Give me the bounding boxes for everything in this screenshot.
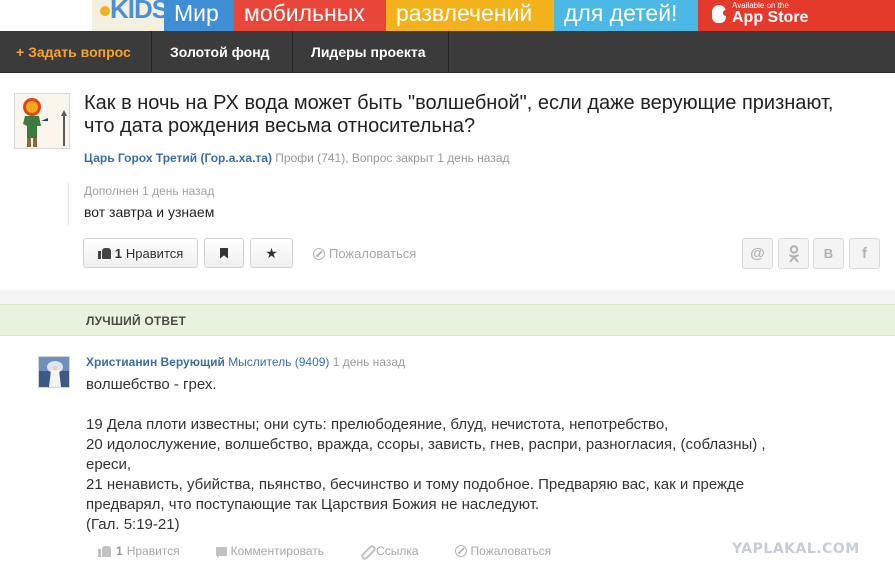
question-author-avatar[interactable] <box>14 93 70 149</box>
apple-icon <box>712 5 728 23</box>
golden-fund-link[interactable]: Золотой фонд <box>152 31 293 73</box>
question-author-link[interactable]: Царь Горох Третий (Гор.а.ха.та) <box>84 151 272 165</box>
mail-icon: @ <box>750 245 765 262</box>
link-icon <box>360 545 372 557</box>
answer-like-label: Нравится <box>126 544 180 558</box>
thumbs-up-icon <box>97 247 111 259</box>
comment-label: Комментировать <box>230 544 325 558</box>
banner-word-4: для детей! <box>554 0 698 31</box>
vk-icon: B <box>823 246 834 261</box>
banner-word-3: развлечений <box>386 0 554 31</box>
watermark: YAPLAKAL.COM <box>732 541 860 557</box>
banner-word-1: Мир <box>164 0 234 31</box>
report-question-link[interactable]: Пожаловаться <box>313 246 416 261</box>
answer-avatar-icon <box>39 357 69 387</box>
star-icon: ★ <box>265 245 278 261</box>
answer-link-label: Ссылка <box>376 544 419 558</box>
bookmark-button[interactable] <box>204 238 244 268</box>
answer-author-rank: Мыслитель (9409) <box>228 355 330 369</box>
addition-text: вот завтра и узнаем <box>84 204 215 220</box>
app-store-big-text: App Store <box>732 9 809 26</box>
share-odnoklassniki-button[interactable]: ok <box>778 238 809 269</box>
bookmark-icon <box>220 247 228 259</box>
report-label: Пожаловаться <box>329 246 417 261</box>
answer-line: (Гал. 5:19-21) <box>86 516 180 533</box>
answer-line: 20 идолослужение, волшебство, вражда, сс… <box>86 436 766 453</box>
answer-actions: 1 Нравится Комментировать Ссылка Пожалов… <box>98 544 587 558</box>
answer-line: 21 ненависть, убийства, пьянство, бесчин… <box>86 476 745 493</box>
share-vk-button[interactable]: B <box>813 238 844 269</box>
question-meta: Царь Горох Третий (Гор.а.ха.та) Профи (7… <box>84 151 510 165</box>
section-divider <box>0 290 895 304</box>
report-answer-link[interactable]: Пожаловаться <box>454 544 552 558</box>
question-title: Как в ночь на РХ вода может быть "волшеб… <box>84 92 834 137</box>
answer-link-button[interactable]: Ссылка <box>360 544 418 558</box>
best-answer-band: ЛУЧШИЙ ОТВЕТ <box>0 304 895 336</box>
ban-icon <box>454 545 467 557</box>
comment-icon <box>215 546 227 556</box>
logo-text: KIDS <box>110 0 169 24</box>
facebook-icon: f <box>862 245 867 262</box>
thumbs-up-icon <box>98 545 111 557</box>
ask-question-link[interactable]: + Задать вопрос <box>0 31 152 73</box>
logo-dot-icon <box>100 6 110 16</box>
answer-meta: Христианин Верующий Мыслитель (9409) 1 д… <box>86 355 405 369</box>
favorite-button[interactable]: ★ <box>250 238 293 268</box>
app-store-badge[interactable]: Available on the App Store <box>698 0 895 31</box>
like-label: Нравится <box>125 245 184 261</box>
question-addition: Дополнен 1 день назад вот завтра и узнае… <box>68 183 214 225</box>
answer-line: предварял, что поступающие так Царствия … <box>86 496 540 513</box>
share-mail-button[interactable]: @ <box>742 238 773 269</box>
answer-body: волшебство - грех. 19 Дела плоти известн… <box>86 375 816 535</box>
share-facebook-button[interactable]: f <box>849 238 880 269</box>
answer-line: 19 Дела плоти известны; они суть: прелюб… <box>86 416 669 433</box>
like-button[interactable]: 1 Нравится <box>83 238 198 268</box>
answer-report-label: Пожаловаться <box>470 544 552 558</box>
answer-line: ереси, <box>86 456 132 473</box>
answer-first-line: волшебство - грех. <box>86 376 217 393</box>
banner-word-2: мобильных <box>234 0 386 31</box>
like-count: 1 <box>114 245 122 261</box>
top-banner[interactable]: KIDS Мир мобильных развлечений для детей… <box>0 0 895 31</box>
nav-bar: + Задать вопрос Золотой фонд Лидеры прое… <box>0 31 895 73</box>
answer-like-count: 1 <box>116 544 123 558</box>
comment-button[interactable]: Комментировать <box>215 544 325 558</box>
answer-author-avatar[interactable] <box>38 356 70 388</box>
answer-like-button[interactable]: 1 Нравится <box>98 544 180 558</box>
question-author-rank: Профи (741), <box>275 151 349 165</box>
best-answer-label: ЛУЧШИЙ ОТВЕТ <box>86 314 187 328</box>
question-status: Вопрос закрыт 1 день назад <box>351 151 510 165</box>
horus-avatar-icon <box>15 94 69 148</box>
kids-logo: KIDS <box>92 0 169 31</box>
answer-author-link[interactable]: Христианин Верующий <box>86 355 225 369</box>
project-leaders-link[interactable]: Лидеры проекта <box>293 31 449 73</box>
odnoklassniki-icon <box>788 244 799 263</box>
addition-label: Дополнен 1 день назад <box>84 184 215 198</box>
ban-icon <box>313 247 325 260</box>
answer-time: 1 день назад <box>332 355 406 369</box>
